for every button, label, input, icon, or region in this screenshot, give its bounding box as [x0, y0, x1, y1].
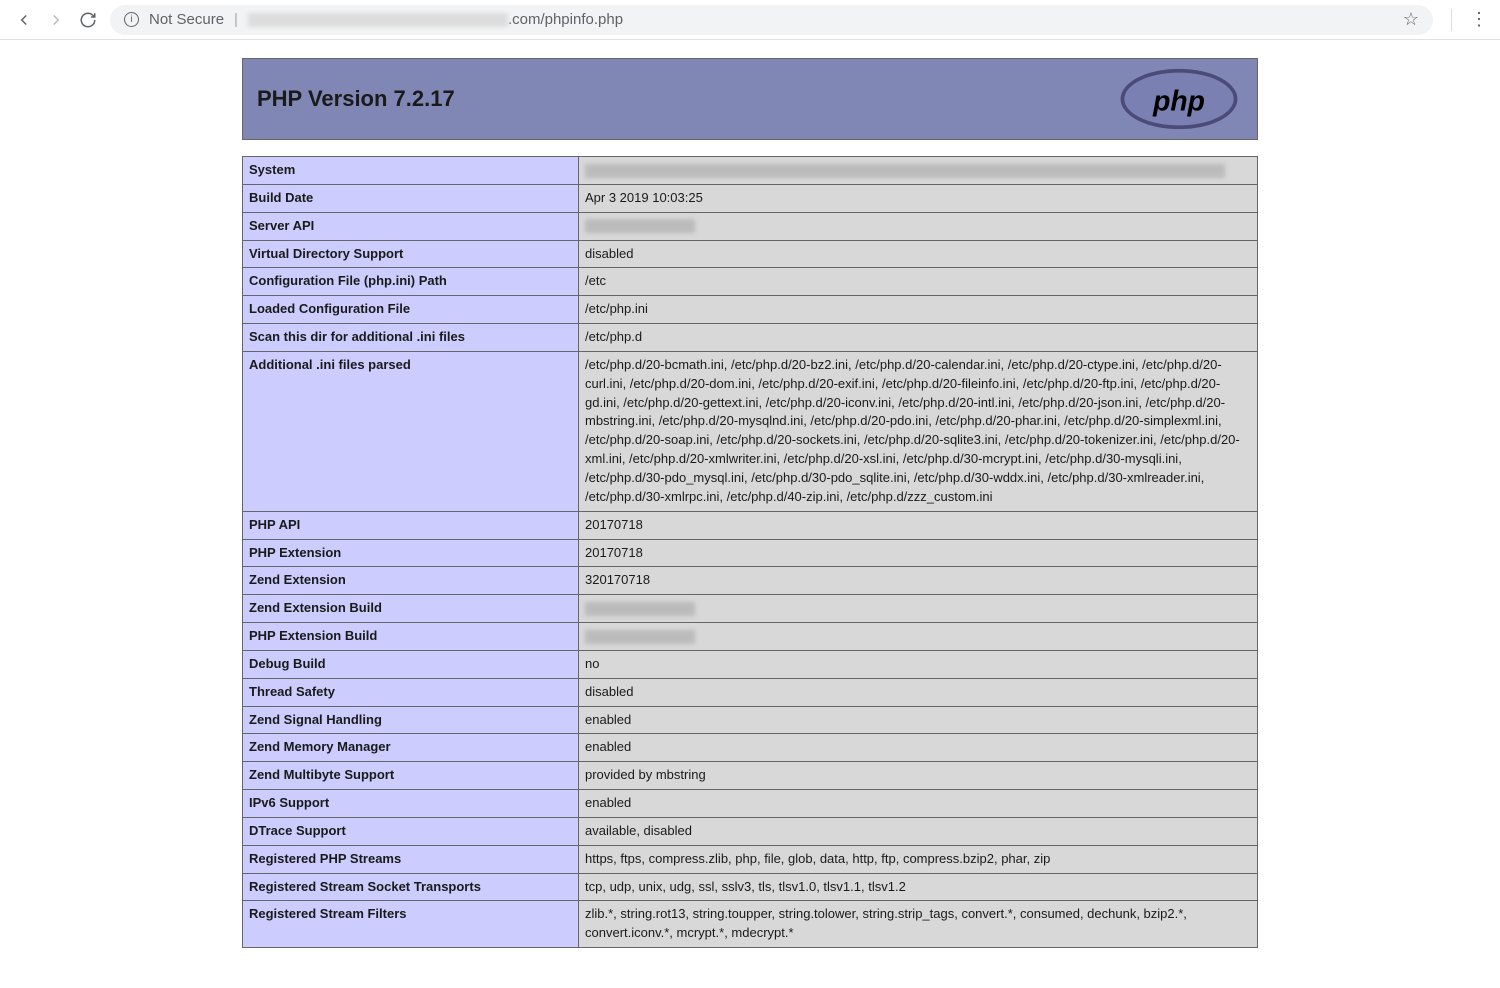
table-row: Build DateApr 3 2019 10:03:25	[243, 184, 1258, 212]
info-value	[579, 595, 1258, 623]
obscured-value	[585, 630, 695, 644]
info-value: enabled	[579, 706, 1258, 734]
table-row: Virtual Directory Supportdisabled	[243, 240, 1258, 268]
table-row: Server API	[243, 212, 1258, 240]
not-secure-label: Not Secure	[149, 11, 224, 28]
table-row: Thread Safetydisabled	[243, 678, 1258, 706]
info-value: Apr 3 2019 10:03:25	[579, 184, 1258, 212]
toolbar-divider	[1451, 9, 1452, 31]
table-row: PHP Extension Build	[243, 623, 1258, 651]
table-row: Loaded Configuration File/etc/php.ini	[243, 296, 1258, 324]
info-value: https, ftps, compress.zlib, php, file, g…	[579, 845, 1258, 873]
info-value: tcp, udp, unix, udg, ssl, sslv3, tls, tl…	[579, 873, 1258, 901]
table-row: Configuration File (php.ini) Path/etc	[243, 268, 1258, 296]
phpinfo-page: PHP Version 7.2.17 php SystemBuild DateA…	[242, 58, 1258, 948]
info-value: /etc/php.d/20-bcmath.ini, /etc/php.d/20-…	[579, 351, 1258, 511]
table-row: Zend Memory Managerenabled	[243, 734, 1258, 762]
url-separator: |	[234, 11, 238, 28]
info-key: Additional .ini files parsed	[243, 351, 579, 511]
page-title: PHP Version 7.2.17	[257, 86, 455, 112]
url-domain-obscured	[248, 13, 508, 27]
table-row: Debug Buildno	[243, 650, 1258, 678]
info-key: DTrace Support	[243, 817, 579, 845]
table-row: Scan this dir for additional .ini files/…	[243, 324, 1258, 352]
reload-button[interactable]	[78, 10, 98, 30]
info-value: available, disabled	[579, 817, 1258, 845]
table-row: PHP Extension20170718	[243, 539, 1258, 567]
info-key: Configuration File (php.ini) Path	[243, 268, 579, 296]
info-key: Thread Safety	[243, 678, 579, 706]
php-logo-icon: php	[1115, 66, 1243, 132]
info-key: Zend Signal Handling	[243, 706, 579, 734]
info-value	[579, 157, 1258, 185]
info-key: Registered Stream Socket Transports	[243, 873, 579, 901]
info-key: Virtual Directory Support	[243, 240, 579, 268]
info-value: 20170718	[579, 511, 1258, 539]
table-row: Zend Extension Build	[243, 595, 1258, 623]
info-key: PHP Extension	[243, 539, 579, 567]
info-value: zlib.*, string.rot13, string.toupper, st…	[579, 901, 1258, 948]
info-key: IPv6 Support	[243, 790, 579, 818]
browser-menu-icon[interactable]: ⋮	[1470, 9, 1486, 30]
info-value: disabled	[579, 678, 1258, 706]
table-row: IPv6 Supportenabled	[243, 790, 1258, 818]
table-row: Zend Extension320170718	[243, 567, 1258, 595]
info-value	[579, 623, 1258, 651]
info-value	[579, 212, 1258, 240]
info-value: /etc/php.ini	[579, 296, 1258, 324]
table-row: Registered PHP Streamshttps, ftps, compr…	[243, 845, 1258, 873]
info-key: Scan this dir for additional .ini files	[243, 324, 579, 352]
info-value: disabled	[579, 240, 1258, 268]
info-key: Loaded Configuration File	[243, 296, 579, 324]
back-button[interactable]	[14, 10, 34, 30]
info-value: provided by mbstring	[579, 762, 1258, 790]
table-row: Registered Stream Filterszlib.*, string.…	[243, 901, 1258, 948]
phpinfo-table: SystemBuild DateApr 3 2019 10:03:25Serve…	[242, 156, 1258, 948]
info-key: System	[243, 157, 579, 185]
svg-text:php: php	[1152, 84, 1205, 116]
table-row: System	[243, 157, 1258, 185]
address-bar[interactable]: i Not Secure | .com/phpinfo.php ☆	[110, 5, 1433, 35]
obscured-value	[585, 219, 695, 233]
info-value: /etc/php.d	[579, 324, 1258, 352]
phpinfo-header: PHP Version 7.2.17 php	[242, 58, 1258, 140]
table-row: Zend Signal Handlingenabled	[243, 706, 1258, 734]
url-text: .com/phpinfo.php	[248, 11, 1393, 28]
info-value: /etc	[579, 268, 1258, 296]
site-info-icon[interactable]: i	[124, 12, 139, 27]
table-row: Additional .ini files parsed/etc/php.d/2…	[243, 351, 1258, 511]
info-key: Server API	[243, 212, 579, 240]
info-key: Zend Multibyte Support	[243, 762, 579, 790]
table-row: PHP API20170718	[243, 511, 1258, 539]
info-key: PHP Extension Build	[243, 623, 579, 651]
info-key: Zend Extension	[243, 567, 579, 595]
obscured-value	[585, 164, 1225, 178]
table-row: Zend Multibyte Supportprovided by mbstri…	[243, 762, 1258, 790]
browser-toolbar: i Not Secure | .com/phpinfo.php ☆ ⋮	[0, 0, 1500, 40]
table-row: Registered Stream Socket Transportstcp, …	[243, 873, 1258, 901]
info-value: enabled	[579, 790, 1258, 818]
info-key: Registered Stream Filters	[243, 901, 579, 948]
obscured-value	[585, 602, 695, 616]
table-row: DTrace Supportavailable, disabled	[243, 817, 1258, 845]
info-key: Registered PHP Streams	[243, 845, 579, 873]
info-key: PHP API	[243, 511, 579, 539]
bookmark-star-icon[interactable]: ☆	[1403, 9, 1419, 30]
url-suffix: .com/phpinfo.php	[508, 11, 623, 28]
info-value: 20170718	[579, 539, 1258, 567]
info-key: Debug Build	[243, 650, 579, 678]
info-value: no	[579, 650, 1258, 678]
info-key: Build Date	[243, 184, 579, 212]
info-key: Zend Extension Build	[243, 595, 579, 623]
info-value: 320170718	[579, 567, 1258, 595]
forward-button[interactable]	[46, 10, 66, 30]
info-key: Zend Memory Manager	[243, 734, 579, 762]
info-value: enabled	[579, 734, 1258, 762]
